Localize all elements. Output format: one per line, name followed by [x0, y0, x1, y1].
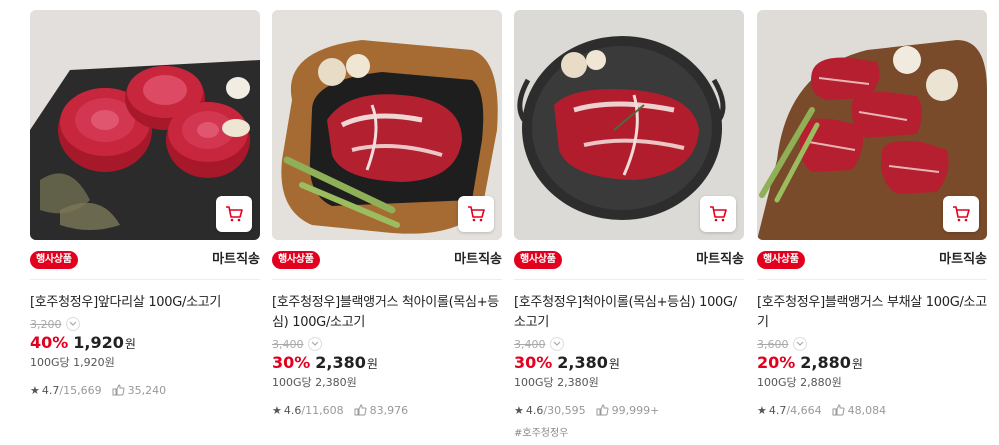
product-card[interactable]: 행사상품 마트직송 [호주청정우]척아이롤(목심+등심) 100G/소고기 3,… [514, 10, 744, 439]
review-count[interactable]: 11,608 [305, 404, 344, 417]
stats-row: ★ 4.7 / 4,664 48,084 [757, 402, 987, 418]
purchase-count: 48,084 [847, 403, 887, 417]
stats-row: ★ 4.6 / 30,595 99,999+ [514, 402, 744, 418]
rating: 4.6 [283, 403, 302, 417]
sale-price: 2,380 [557, 353, 608, 372]
shipping-type: 마트직송 [454, 252, 502, 267]
original-price-row: 3,200 [30, 317, 260, 331]
product-card[interactable]: 행사상품 마트직송 [호주청정우]앞다리살 100G/소고기 3,200 40%… [30, 10, 260, 398]
unit-price: 100G당 1,920원 [30, 356, 115, 369]
stats-row: ★ 4.6 / 11,608 83,976 [272, 402, 502, 418]
original-price: 3,400 [272, 337, 304, 351]
unit-price: 100G당 2,880원 [757, 376, 842, 389]
stats-row: ★ 4.7 / 15,669 35,240 [30, 382, 260, 398]
purchase-count: 35,240 [127, 383, 167, 397]
purchase-count-icon [354, 404, 367, 416]
purchase-count-icon [832, 404, 845, 416]
event-badge: 행사상품 [272, 251, 320, 269]
divider [272, 279, 502, 280]
chevron-down-icon[interactable] [549, 337, 564, 351]
price-row: 30% 2,380 원 [514, 353, 744, 375]
currency-unit: 원 [851, 357, 863, 371]
product-meta-row: 행사상품 마트직송 [514, 250, 744, 270]
product-name[interactable]: [호주청정우]블랙앵거스 부채살 100G/소고기 [757, 293, 987, 333]
original-price: 3,400 [514, 337, 546, 351]
product-meta-row: 행사상품 마트직송 [30, 250, 260, 270]
sale-price: 2,880 [800, 353, 851, 372]
rating: 4.7 [768, 403, 787, 417]
product-image[interactable] [30, 10, 260, 240]
review-count[interactable]: 30,595 [547, 404, 586, 417]
purchase-count: 99,999+ [611, 403, 660, 417]
original-price: 3,200 [30, 317, 62, 331]
discount-rate: 30% [272, 353, 311, 372]
chevron-down-icon[interactable] [65, 317, 80, 331]
shipping-type: 마트직송 [212, 252, 260, 267]
product-card[interactable]: 행사상품 마트직송 [호주청정우]블랙앵거스 척아이롤(목심+등심) 100G/… [272, 10, 502, 418]
currency-unit: 원 [124, 337, 136, 351]
rating: 4.6 [525, 403, 544, 417]
rating: 4.7 [41, 383, 60, 397]
shipping-type: 마트직송 [696, 252, 744, 267]
discount-rate: 30% [514, 353, 553, 372]
product-image[interactable] [514, 10, 744, 240]
product-name[interactable]: [호주청정우]앞다리살 100G/소고기 [30, 293, 260, 313]
price-row: 40% 1,920 원 [30, 333, 260, 355]
unit-price: 100G당 2,380원 [272, 376, 357, 389]
divider [30, 279, 260, 280]
review-count[interactable]: 4,664 [790, 404, 822, 417]
product-meta-row: 행사상품 마트직송 [757, 250, 987, 270]
cart-icon [953, 206, 970, 222]
product-image[interactable] [272, 10, 502, 240]
unit-price: 100G당 2,380원 [514, 376, 599, 389]
event-badge: 행사상품 [30, 251, 78, 269]
star-icon: ★ [30, 383, 40, 397]
purchase-count-icon [596, 404, 609, 416]
discount-rate: 40% [30, 333, 69, 352]
product-image[interactable] [757, 10, 987, 240]
star-icon: ★ [514, 403, 524, 417]
divider [757, 279, 987, 280]
event-badge: 행사상품 [514, 251, 562, 269]
star-icon: ★ [757, 403, 767, 417]
original-price-row: 3,400 [272, 337, 502, 351]
cart-icon [468, 206, 485, 222]
star-icon: ★ [272, 403, 282, 417]
discount-rate: 20% [757, 353, 796, 372]
cart-icon [710, 206, 727, 222]
product-meta-row: 행사상품 마트직송 [272, 250, 502, 270]
add-to-cart-button[interactable] [700, 196, 736, 232]
chevron-down-icon[interactable] [307, 337, 322, 351]
original-price-row: 3,400 [514, 337, 744, 351]
currency-unit: 원 [608, 357, 620, 371]
sale-price: 2,380 [315, 353, 366, 372]
product-name[interactable]: [호주청정우]척아이롤(목심+등심) 100G/소고기 [514, 293, 744, 333]
add-to-cart-button[interactable] [943, 196, 979, 232]
review-count[interactable]: 15,669 [63, 384, 102, 397]
add-to-cart-button[interactable] [458, 196, 494, 232]
shipping-type: 마트직송 [939, 252, 987, 267]
currency-unit: 원 [366, 357, 378, 371]
product-grid: 행사상품 마트직송 [호주청정우]앞다리살 100G/소고기 3,200 40%… [0, 0, 999, 445]
divider [514, 279, 744, 280]
product-name[interactable]: [호주청정우]블랙앵거스 척아이롤(목심+등심) 100G/소고기 [272, 293, 502, 333]
add-to-cart-button[interactable] [216, 196, 252, 232]
original-price: 3,600 [757, 337, 789, 351]
hashtag[interactable]: #호주청정우 [514, 424, 744, 439]
sale-price: 1,920 [73, 333, 124, 352]
price-row: 30% 2,380 원 [272, 353, 502, 375]
original-price-row: 3,600 [757, 337, 987, 351]
cart-icon [226, 206, 243, 222]
event-badge: 행사상품 [757, 251, 805, 269]
purchase-count-icon [112, 384, 125, 396]
chevron-down-icon[interactable] [792, 337, 807, 351]
purchase-count: 83,976 [369, 403, 409, 417]
price-row: 20% 2,880 원 [757, 353, 987, 375]
product-card[interactable]: 행사상품 마트직송 [호주청정우]블랙앵거스 부채살 100G/소고기 3,60… [757, 10, 987, 418]
